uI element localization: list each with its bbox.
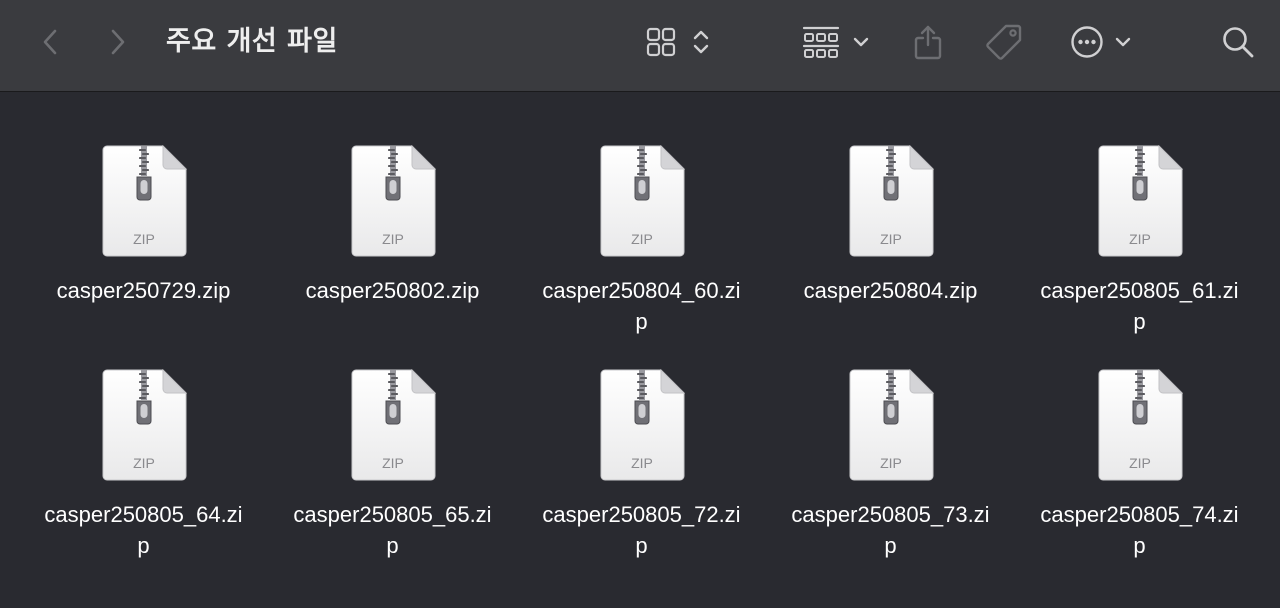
file-item[interactable]: ZIP casper250805_73.zip xyxy=(766,369,1015,593)
file-type-label: ZIP xyxy=(133,231,155,247)
file-type-label: ZIP xyxy=(382,455,404,471)
file-type-label: ZIP xyxy=(133,455,155,471)
zip-file-icon: ZIP xyxy=(1098,369,1183,481)
file-name-label: casper250805_65.zip xyxy=(293,502,492,558)
search-icon xyxy=(1223,27,1254,58)
file-item[interactable]: ZIP casper250804_60.zip xyxy=(517,145,766,369)
file-browser-content: ZIP casper250729.zip ZIP casper250802.zi… xyxy=(0,93,1280,608)
chevron-left-icon xyxy=(43,29,57,55)
file-name-label: casper250805_73.zip xyxy=(791,502,990,558)
file-name-label: casper250805_72.zip xyxy=(542,502,741,558)
zip-file-icon: ZIP xyxy=(849,145,934,257)
file-type-label: ZIP xyxy=(631,231,653,247)
zip-file-icon: ZIP xyxy=(849,369,934,481)
file-name-label: casper250805_61.zip xyxy=(1040,278,1239,334)
file-name-label: casper250805_64.zip xyxy=(44,502,243,558)
zip-file-icon: ZIP xyxy=(102,145,187,257)
zip-file-icon: ZIP xyxy=(1098,145,1183,257)
file-type-label: ZIP xyxy=(880,455,902,471)
file-name-label: casper250802.zip xyxy=(305,278,480,303)
file-item[interactable]: ZIP casper250805_65.zip xyxy=(268,369,517,593)
forward-button[interactable] xyxy=(104,26,132,58)
more-actions-button[interactable] xyxy=(1066,24,1136,60)
chevron-down-icon xyxy=(853,37,869,47)
zip-file-icon: ZIP xyxy=(351,369,436,481)
file-name-label: casper250729.zip xyxy=(56,278,231,303)
chevron-down-icon xyxy=(1115,37,1131,47)
file-item[interactable]: ZIP casper250802.zip xyxy=(268,145,517,369)
file-item[interactable]: ZIP casper250805_74.zip xyxy=(1015,369,1264,593)
file-type-label: ZIP xyxy=(382,231,404,247)
ellipsis-circle-icon xyxy=(1071,26,1103,58)
grid-view-icon xyxy=(646,27,676,57)
group-by-button[interactable] xyxy=(800,24,872,60)
file-item[interactable]: ZIP casper250804.zip xyxy=(766,145,1015,369)
file-name-label: casper250805_74.zip xyxy=(1040,502,1239,558)
file-grid: ZIP casper250729.zip ZIP casper250802.zi… xyxy=(19,145,1264,593)
zip-file-icon: ZIP xyxy=(351,145,436,257)
file-type-label: ZIP xyxy=(1129,455,1151,471)
share-button[interactable] xyxy=(908,22,948,62)
search-button[interactable] xyxy=(1218,22,1258,62)
chevron-right-icon xyxy=(111,29,125,55)
chevron-updown-icon xyxy=(693,30,709,54)
view-mode-button[interactable] xyxy=(640,24,716,60)
file-item[interactable]: ZIP casper250729.zip xyxy=(19,145,268,369)
file-type-label: ZIP xyxy=(880,231,902,247)
file-name-label: casper250804.zip xyxy=(803,278,978,303)
file-item[interactable]: ZIP casper250805_64.zip xyxy=(19,369,268,593)
file-type-label: ZIP xyxy=(1129,231,1151,247)
group-by-icon xyxy=(802,26,840,58)
file-type-label: ZIP xyxy=(631,455,653,471)
share-icon xyxy=(914,25,942,60)
file-item[interactable]: ZIP casper250805_61.zip xyxy=(1015,145,1264,369)
window-title: 주요 개선 파일 xyxy=(166,26,338,57)
tag-button[interactable] xyxy=(982,22,1026,62)
file-item[interactable]: ZIP casper250805_72.zip xyxy=(517,369,766,593)
back-button[interactable] xyxy=(36,26,64,58)
toolbar: 주요 개선 파일 xyxy=(0,0,1280,92)
zip-file-icon: ZIP xyxy=(600,145,685,257)
file-name-label: casper250804_60.zip xyxy=(542,278,741,334)
zip-file-icon: ZIP xyxy=(600,369,685,481)
tag-icon xyxy=(986,24,1022,60)
zip-file-icon: ZIP xyxy=(102,369,187,481)
